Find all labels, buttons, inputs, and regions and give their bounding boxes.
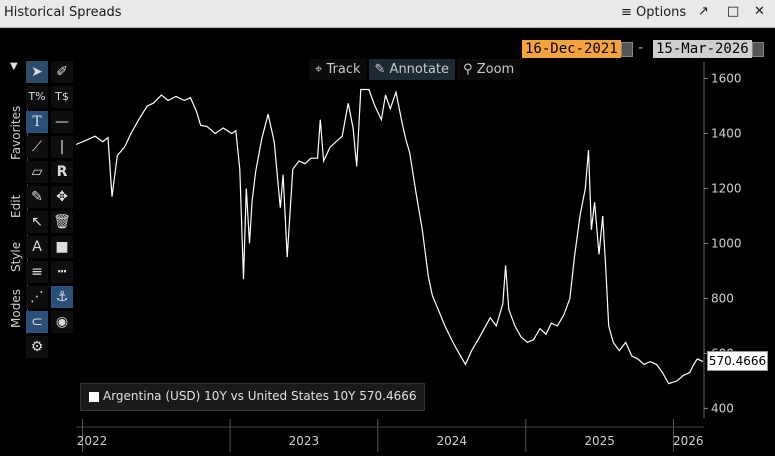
calendar-icon[interactable]	[752, 42, 764, 57]
track-button[interactable]: ⌖ Track	[309, 59, 367, 80]
maximize-icon[interactable]: □	[727, 4, 739, 19]
options-button[interactable]: Options	[636, 5, 686, 20]
close-icon[interactable]: ✕	[754, 4, 765, 19]
pencil-icon: ✎	[374, 62, 386, 77]
end-date-field[interactable]: 15-Mar-2026	[653, 40, 752, 58]
window-title: Historical Spreads	[4, 5, 122, 20]
hamburger-icon[interactable]: ≡	[621, 5, 632, 20]
window-titlebar: Historical Spreads ≡ Options ↗ □ ✕	[0, 0, 775, 28]
annotate-button[interactable]: ✎ Annotate	[368, 59, 456, 80]
dollar-text-icon[interactable]: T$	[51, 86, 73, 108]
font-icon[interactable]: A	[26, 236, 48, 258]
pin-icon[interactable]: ↗	[698, 4, 709, 19]
line-style-icon[interactable]: ┅	[51, 261, 73, 283]
dotted-line-icon[interactable]: ⋰	[26, 286, 48, 308]
pointer-plus-icon[interactable]: ↖	[26, 211, 48, 233]
select-pointer-icon[interactable]: ➤	[26, 61, 48, 83]
zoom-label: Zoom	[476, 62, 515, 77]
pen-tool-icon[interactable]: ✐	[51, 61, 73, 83]
brush-icon[interactable]: ✎	[26, 186, 48, 208]
drawing-toolbar: ▼ Favorites Edit Style Modes ➤ ✐ T% T$ T…	[6, 59, 76, 359]
magnifier-icon: ⚲	[463, 62, 473, 77]
color-palette-icon[interactable]: ◉	[51, 311, 73, 333]
snap-icon[interactable]: ⚓	[51, 286, 73, 308]
channel-icon[interactable]: ▱	[26, 161, 48, 183]
line-weight-icon[interactable]: ≡	[26, 261, 48, 283]
collapse-arrow-icon[interactable]: ▼	[10, 61, 18, 72]
start-date-field[interactable]: 16-Dec-2021	[522, 40, 621, 58]
text-tool-icon[interactable]: T	[26, 111, 48, 133]
chart-legend: Argentina (USD) 10Y vs United States 10Y…	[80, 383, 425, 411]
trash-icon[interactable]: 🗑	[51, 211, 73, 233]
annotate-label: Annotate	[389, 62, 450, 77]
crosshair-icon: ⌖	[315, 62, 323, 77]
fill-color-icon[interactable]: ■	[51, 236, 73, 258]
settings-gear-icon[interactable]: ⚙	[26, 336, 48, 358]
horizontal-line-icon[interactable]: —	[51, 111, 73, 133]
calendar-icon[interactable]	[621, 42, 633, 57]
move-icon[interactable]: ✥	[51, 186, 73, 208]
legend-swatch	[89, 392, 99, 402]
regression-icon[interactable]: R	[51, 161, 73, 183]
magnet-icon[interactable]: ⊂	[26, 311, 48, 333]
legend-label: Argentina (USD) 10Y vs United States 10Y…	[103, 389, 417, 403]
date-separator: -	[638, 40, 644, 56]
percent-text-icon[interactable]: T%	[26, 86, 48, 108]
vertical-line-icon[interactable]: |	[51, 136, 73, 158]
zoom-button[interactable]: ⚲ Zoom	[457, 59, 521, 80]
trend-line-icon[interactable]: ⟋	[26, 136, 48, 158]
chart-tool-bar: ⌖ Track ✎ Annotate ⚲ Zoom	[309, 59, 521, 80]
track-label: Track	[326, 62, 361, 77]
last-value-label: 570.4666	[707, 351, 768, 371]
